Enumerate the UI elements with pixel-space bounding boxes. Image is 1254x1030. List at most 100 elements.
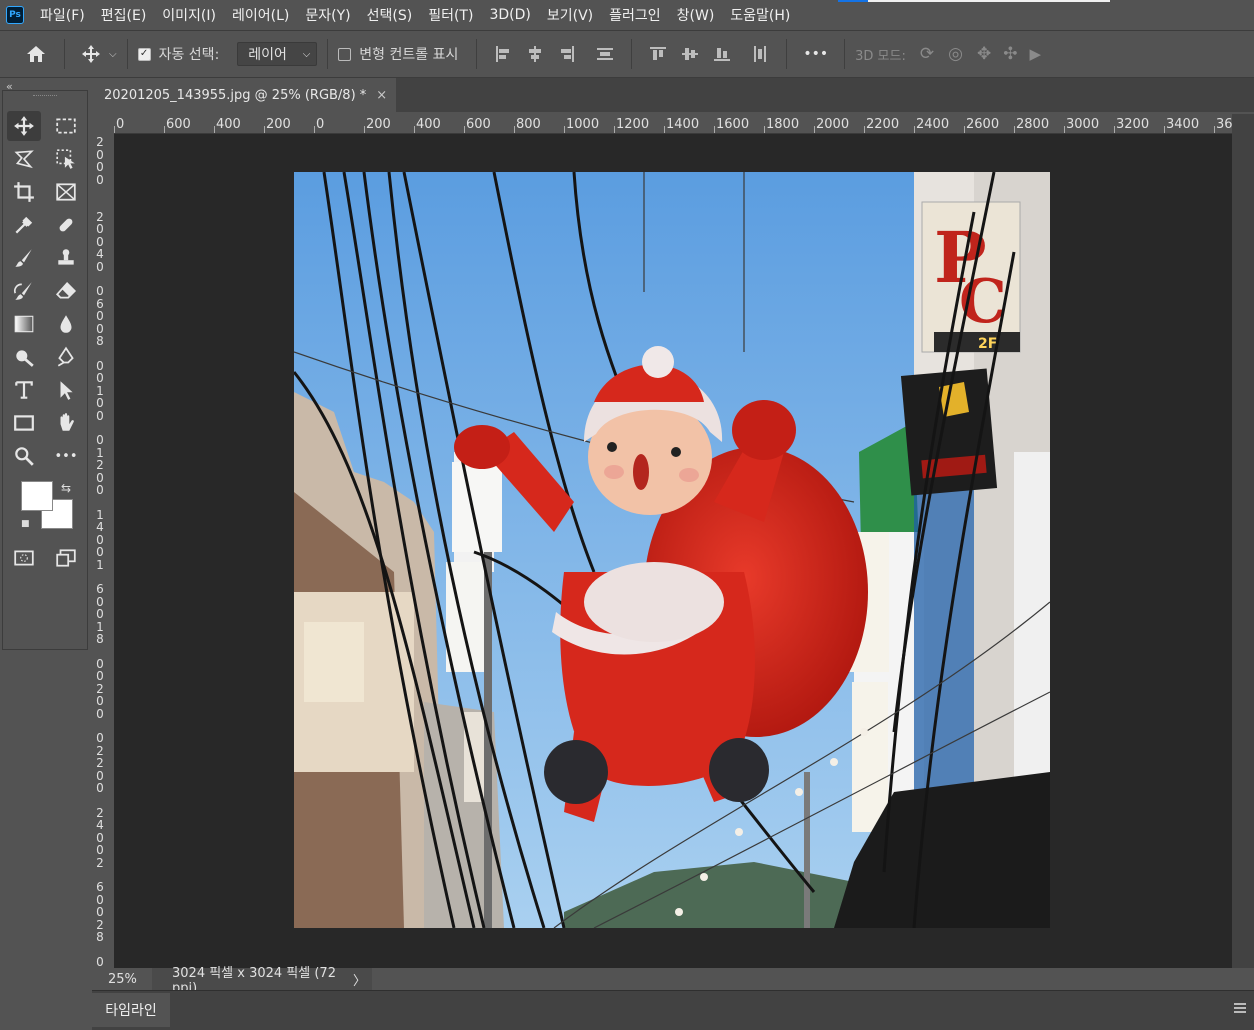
healing-brush-tool-icon[interactable] [49,210,83,240]
more-options-button[interactable]: ••• [803,46,828,62]
auto-select-checkbox[interactable]: ✓ 자동 선택: [137,44,220,64]
chevron-right-icon[interactable]: 〉 [353,970,366,989]
frame-tool-icon[interactable] [49,177,83,207]
swap-colors-icon[interactable]: ⇆ [61,481,71,495]
ruler-label: 1600 [716,117,750,132]
auto-select-label: 자동 선택: [158,47,220,63]
document-canvas[interactable]: P C 2F [114,134,1232,968]
lasso-tool-icon[interactable] [7,144,41,174]
menu-help[interactable]: 도움말(H) [730,5,790,25]
ruler-label: 0 [96,607,104,621]
chevron-down-icon: ⌵ [109,48,117,60]
document-tab[interactable]: 20201205_143955.jpg @ 25% (RGB/8) * × [92,78,396,112]
document-info[interactable]: 3024 픽셀 x 3024 픽셀 (72 ppi) 〉 [152,966,372,996]
rectangle-tool-icon[interactable] [7,408,41,438]
path-selection-tool-icon[interactable] [49,375,83,405]
ruler-label: 8 [96,334,104,348]
timeline-tab[interactable]: 타임라인 [92,993,170,1027]
vertical-scrollbar[interactable] [1232,114,1254,968]
ruler-label: 200 [366,117,391,132]
ruler-tick [564,126,565,133]
ruler-label: 3400 [1166,117,1200,132]
history-brush-tool-icon[interactable] [7,276,41,306]
clone-stamp-tool-icon[interactable] [49,243,83,273]
menu-3d[interactable]: 3D(D) [489,7,530,23]
ruler-label: 800 [516,117,541,132]
tools-panel: ••• ⇆ ■ [2,90,88,650]
home-icon[interactable] [18,44,54,64]
ruler-tick [1214,126,1215,133]
ruler-label: 0 [96,731,104,745]
vertical-ruler[interactable]: 2000200400600800100012001400160018002000… [92,134,114,968]
ruler-label: 2800 [1016,117,1050,132]
ruler-label: 0 [96,905,104,919]
ruler-label: 0 [96,371,104,385]
ruler-tick [114,126,115,133]
type-tool-icon[interactable] [7,375,41,405]
checkmark-icon[interactable]: ✓ [137,47,151,61]
divider [631,39,633,69]
align-left-icon[interactable] [495,46,511,62]
pen-tool-icon[interactable] [49,342,83,372]
align-right-icon[interactable] [559,46,575,62]
menu-file[interactable]: 파일(F) [40,5,85,25]
divider [126,39,128,69]
ruler-tick [864,126,865,133]
menu-plugins[interactable]: 플러그인 [609,5,661,25]
align-vertical-center-icon[interactable] [682,46,699,62]
menu-layer[interactable]: 레이어(L) [232,5,289,25]
quick-mask-icon[interactable] [7,543,41,573]
align-bottom-icon[interactable] [714,46,731,62]
ruler-tick [764,126,765,133]
ruler-tick [614,126,615,133]
marquee-tool-icon[interactable] [49,111,83,141]
foreground-color-swatch[interactable] [21,481,53,511]
zoom-level[interactable]: 25% [92,972,152,987]
menu-select[interactable]: 선택(S) [367,5,413,25]
gradient-tool-icon[interactable] [7,309,41,339]
menu-filter[interactable]: 필터(T) [428,5,473,25]
ruler-label: 0 [316,117,325,132]
default-colors-icon[interactable]: ■ [21,519,30,529]
align-top-icon[interactable] [650,46,667,62]
zoom-tool-icon[interactable] [7,441,41,471]
menu-type[interactable]: 문자(Y) [305,5,350,25]
move-tool-preset-icon[interactable]: ⌵ [81,44,117,64]
ruler-label: 6 [96,582,104,596]
hand-tool-icon[interactable] [49,408,83,438]
horizontal-ruler[interactable]: 0 600 400 200 0 200 400 600 800 1000 1200 1400 1600 1… [114,114,1232,134]
photoshop-app-icon[interactable]: Ps [6,6,24,24]
distribute-horizontal-icon[interactable] [752,46,768,62]
menu-window[interactable]: 창(W) [677,5,715,25]
ruler-tick [264,126,265,133]
3d-mode-label: 3D 모드: [855,48,906,64]
title-accent [838,0,868,2]
blur-tool-icon[interactable] [49,309,83,339]
align-horizontal-center-icon[interactable] [527,46,543,62]
ruler-label: 3200 [1116,117,1150,132]
crop-tool-icon[interactable] [7,177,41,207]
menu-image[interactable]: 이미지(I) [162,5,216,25]
more-tools-icon[interactable]: ••• [49,441,83,471]
ruler-tick [364,126,365,133]
screen-mode-icon[interactable] [49,543,83,573]
checkbox-icon[interactable] [338,47,352,61]
move-tool-icon[interactable] [7,111,41,141]
dodge-tool-icon[interactable] [7,342,41,372]
close-icon[interactable]: × [376,88,387,103]
distribute-vertical-icon[interactable] [597,46,614,62]
ruler-label: 0 [96,259,104,274]
show-transform-controls-checkbox[interactable]: 변형 컨트롤 표시 [338,44,458,64]
ruler-label: 200 [266,117,291,132]
object-select-tool-icon[interactable] [49,144,83,174]
document-image[interactable]: P C 2F [294,172,1050,928]
brush-tool-icon[interactable] [7,243,41,273]
panel-grip[interactable] [33,95,57,98]
panel-menu-icon[interactable] [1234,1003,1246,1013]
auto-select-dropdown[interactable]: 레이어 ⌵ [237,42,318,66]
menu-view[interactable]: 보기(V) [547,5,593,25]
ruler-label: 2 [96,855,104,870]
eraser-tool-icon[interactable] [49,276,83,306]
eyedropper-tool-icon[interactable] [7,210,41,240]
menu-edit[interactable]: 편집(E) [101,5,147,25]
